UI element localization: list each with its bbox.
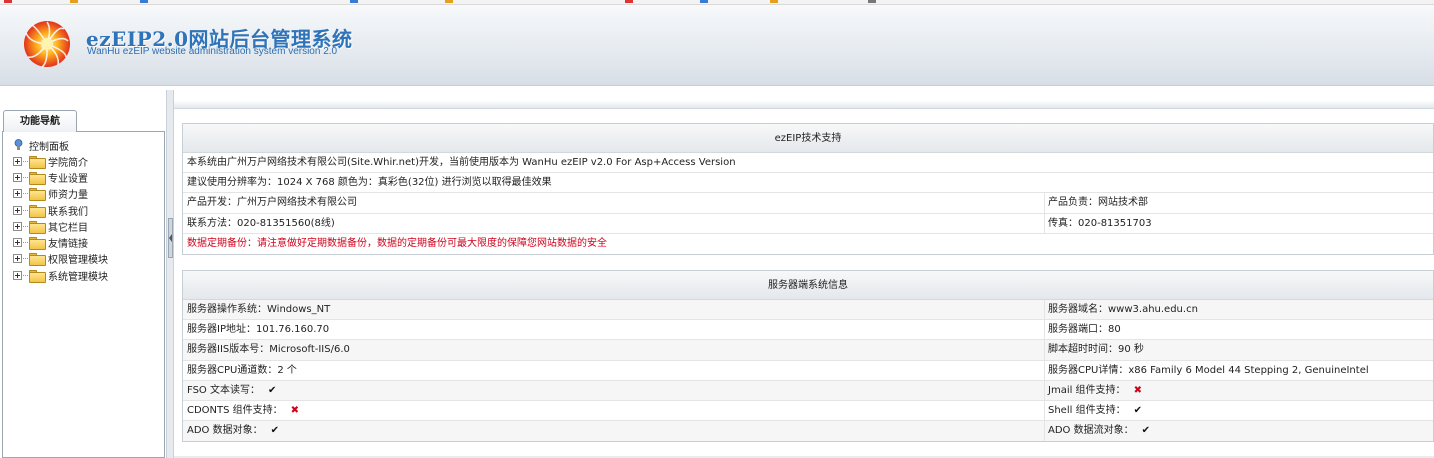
sidebar-item-system-management[interactable]: 系统管理模块 [13,267,108,283]
plus-expander-icon[interactable] [13,189,22,199]
app-subtitle: WanHu ezEIP website administration syste… [87,46,338,57]
tree-root-control-panel[interactable]: 控制面板 [13,137,108,153]
server-port: 服务器端口：80 [1048,324,1121,336]
folder-icon [29,171,46,185]
cpu-count: 服务器CPU通道数：2 个 [187,364,297,376]
server-row: 服务器操作系统：Windows_NT 服务器域名：www3.ahu.edu.cn [183,300,1433,321]
plus-expander-icon[interactable] [13,238,22,248]
sidebar-item-label: 学院简介 [48,157,88,169]
sunburst-logo-icon [24,21,70,68]
collapse-arrow-icon[interactable] [168,218,173,258]
plus-expander-icon[interactable] [13,254,22,264]
fax-info: 传真：020-81351703 [1048,217,1152,229]
ado-support: ADO 数据对象： ✔ [187,421,279,440]
support-row-resolution: 建议使用分辨率为：1024 X 768 颜色为：真彩色(32位) 进行浏览以取得… [183,173,1433,194]
sidebar-item-faculty[interactable]: 师资力量 [13,186,108,202]
server-panel-title: 服务器端系统信息 [183,271,1433,300]
nav-tree: 控制面板 学院简介 专业设置 师资力量 联系我们 其它栏目 友情链接 权限管理模… [13,137,108,283]
server-iis: 服务器IIS版本号：Microsoft-IIS/6.0 [187,344,350,356]
support-row-developer: 产品开发：广州万户网络技术有限公司 产品负责：网站技术部 [183,193,1433,214]
server-ip: 服务器IP地址：101.76.160.70 [187,324,330,336]
sidebar-item-college-intro[interactable]: 学院简介 [13,153,108,169]
owner-info: 产品负责：网站技术部 [1048,197,1148,209]
sidebar-item-label: 友情链接 [48,239,88,251]
sidebar-item-permissions[interactable]: 权限管理模块 [13,251,108,267]
sidebar-item-label: 系统管理模块 [48,271,108,283]
check-icon: ✔ [270,425,279,437]
server-domain: 服务器域名：www3.ahu.edu.cn [1048,304,1198,315]
folder-icon [29,237,46,251]
shell-label: Shell 组件支持： [1048,404,1126,416]
cdonts-label: CDONTS 组件支持： [187,404,283,416]
check-icon: ✔ [1133,404,1142,416]
sidebar: 功能导航 控制面板 学院简介 专业设置 师资力量 联系我们 其它栏目 友情链接 … [0,110,166,458]
ado-label: ADO 数据对象： [187,425,263,437]
plus-expander-icon[interactable] [13,205,22,215]
cdonts-support: CDONTS 组件支持： ✖ [187,401,299,420]
server-row: CDONTS 组件支持： ✖ Shell 组件支持： ✔ [183,400,1433,422]
script-timeout: 脚本超时时间：90 秒 [1048,344,1144,356]
sidebar-item-other-columns[interactable]: 其它栏目 [13,218,108,234]
ado-stream-support: ADO 数据流对象： ✔ [1048,421,1150,440]
server-row: ADO 数据对象： ✔ ADO 数据流对象： ✔ [183,421,1433,442]
support-panel-title: ezEIP技术支持 [183,124,1433,153]
resolution-info: 建议使用分辨率为：1024 X 768 颜色为：真彩色(32位) 进行浏览以取得… [187,177,552,189]
sidebar-item-contact-us[interactable]: 联系我们 [13,202,108,218]
folder-icon [29,204,46,218]
jmail-label: Jmail 组件支持： [1048,384,1126,396]
header-banner: ezEIP2.0网站后台管理系统 WanHu ezEIP website adm… [0,5,1434,86]
content-top-bar [174,100,1434,109]
sidebar-tree-panel: 控制面板 学院简介 专业设置 师资力量 联系我们 其它栏目 友情链接 权限管理模… [2,131,165,458]
support-row-version: 本系统由广州万户网络技术有限公司(Site.Whir.net)开发，当前使用版本… [183,153,1433,174]
control-panel-icon [14,139,23,150]
fso-support: FSO 文本读写： ✔ [187,381,276,400]
server-row: FSO 文本读写： ✔ Jmail 组件支持： ✖ [183,380,1433,401]
support-row-backup-warning: 数据定期备份：请注意做好定期数据备份，数据的定期备份可最大限度的保障您网站数据的… [183,234,1433,254]
folder-icon [29,188,46,202]
sidebar-item-label: 联系我们 [48,206,88,218]
sidebar-item-label: 权限管理模块 [48,255,108,267]
ado-stream-label: ADO 数据流对象： [1048,425,1134,437]
sidebar-item-label: 其它栏目 [48,222,88,234]
server-info-panel: 服务器端系统信息 服务器操作系统：Windows_NT 服务器域名：www3.a… [182,270,1434,443]
check-icon: ✔ [1141,425,1150,437]
server-row: 服务器CPU通道数：2 个 服务器CPU详情：x86 Family 6 Mode… [183,360,1433,381]
plus-expander-icon[interactable] [13,172,22,182]
server-row: 服务器IIS版本号：Microsoft-IIS/6.0 脚本超时时间：90 秒 [183,340,1433,361]
developer-info: 产品开发：广州万户网络技术有限公司 [187,197,357,209]
check-icon: ✔ [267,384,277,396]
plus-expander-icon[interactable] [13,156,22,166]
plus-expander-icon[interactable] [13,270,22,280]
folder-icon [29,253,46,267]
cpu-detail: 服务器CPU详情：x86 Family 6 Model 44 Stepping … [1048,364,1369,376]
server-os: 服务器操作系统：Windows_NT [187,304,331,315]
fso-label: FSO 文本读写： [187,384,260,396]
server-row: 服务器IP地址：101.76.160.70 服务器端口：80 [183,320,1433,341]
cross-icon: ✖ [1133,384,1142,396]
backup-warning: 数据定期备份：请注意做好定期数据备份，数据的定期备份可最大限度的保障您网站数据的… [187,237,607,249]
jmail-support: Jmail 组件支持： ✖ [1048,381,1142,400]
sidebar-item-friend-links[interactable]: 友情链接 [13,234,108,251]
shell-support: Shell 组件支持： ✔ [1048,401,1142,420]
cross-icon: ✖ [290,404,300,416]
folder-icon [29,155,46,169]
contact-info: 联系方法：020-81351560(8线) [187,217,335,229]
tab-function-navigation[interactable]: 功能导航 [3,110,77,132]
sidebar-splitter[interactable] [166,90,174,458]
sidebar-item-label: 专业设置 [48,173,88,185]
support-row-contact: 联系方法：020-81351560(8线) 传真：020-81351703 [183,213,1433,234]
sidebar-item-majors[interactable]: 专业设置 [13,169,108,185]
folder-icon [29,220,46,234]
plus-expander-icon[interactable] [13,221,22,231]
folder-icon [29,269,46,283]
sidebar-item-label: 师资力量 [48,190,88,202]
version-info: 本系统由广州万户网络技术有限公司(Site.Whir.net)开发，当前使用版本… [187,157,736,168]
tree-root-label: 控制面板 [29,141,69,153]
support-panel: ezEIP技术支持 本系统由广州万户网络技术有限公司(Site.Whir.net… [182,123,1434,255]
